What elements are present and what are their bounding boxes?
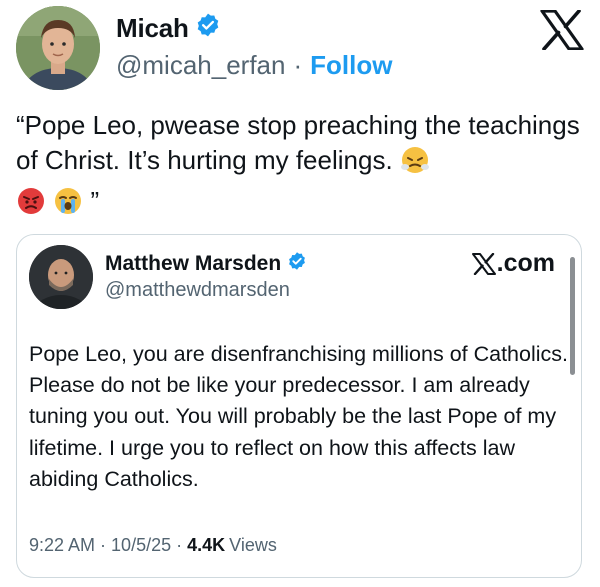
views-label: Views xyxy=(229,535,277,555)
author-handle[interactable]: @micah_erfan xyxy=(116,50,285,81)
tweet-card: Micah @micah_erfan · Follow “Pope Leo, p… xyxy=(0,0,600,587)
author-name[interactable]: Micah xyxy=(116,12,221,45)
x-com-source[interactable]: .com xyxy=(471,249,555,278)
author-handle-line: @micah_erfan · Follow xyxy=(116,50,392,81)
scrollbar[interactable] xyxy=(570,257,575,375)
x-logo-icon[interactable] xyxy=(540,9,584,51)
quoted-tweet-date[interactable]: 10/5/25 xyxy=(111,535,171,556)
separator-dot: · xyxy=(100,535,107,555)
x-logo-icon xyxy=(471,252,496,275)
quoted-tweet-text: Pope Leo, you are disenfranchising milli… xyxy=(29,342,568,491)
tweet-text: “Pope Leo, pwease stop preaching the tea… xyxy=(16,108,586,225)
face-with-steam-icon xyxy=(400,145,430,184)
x-com-text: .com xyxy=(496,249,555,277)
author-avatar[interactable] xyxy=(16,6,100,90)
tweet-text-body: “Pope Leo, pwease stop preaching the tea… xyxy=(16,110,580,175)
author-name-text[interactable]: Micah xyxy=(116,13,189,44)
tweet-closing-quote: ” xyxy=(90,186,100,216)
quoted-author-name[interactable]: Matthew Marsden xyxy=(105,251,307,277)
quoted-tweet-card[interactable]: Matthew Marsden @matthewdmarsden .com Po… xyxy=(16,234,582,578)
verified-badge-icon xyxy=(287,251,307,277)
separator-dot: · xyxy=(293,50,303,80)
quoted-author-avatar[interactable] xyxy=(29,245,93,309)
quoted-tweet-meta: 9:22 AM · 10/5/25 · 4.4K Views xyxy=(29,535,277,556)
quoted-avatar-photo xyxy=(29,245,93,309)
avatar-photo xyxy=(16,6,100,90)
quoted-tweet-time[interactable]: 9:22 AM xyxy=(29,535,95,556)
pouting-face-icon xyxy=(16,186,46,225)
loudly-crying-face-icon xyxy=(53,186,83,225)
separator-dot: · xyxy=(176,535,183,555)
verified-badge-icon xyxy=(195,12,221,45)
quoted-author-handle[interactable]: @matthewdmarsden xyxy=(105,279,290,302)
follow-button[interactable]: Follow xyxy=(310,50,392,81)
quoted-author-name-text[interactable]: Matthew Marsden xyxy=(105,252,281,276)
views-count: 4.4K xyxy=(187,535,226,555)
